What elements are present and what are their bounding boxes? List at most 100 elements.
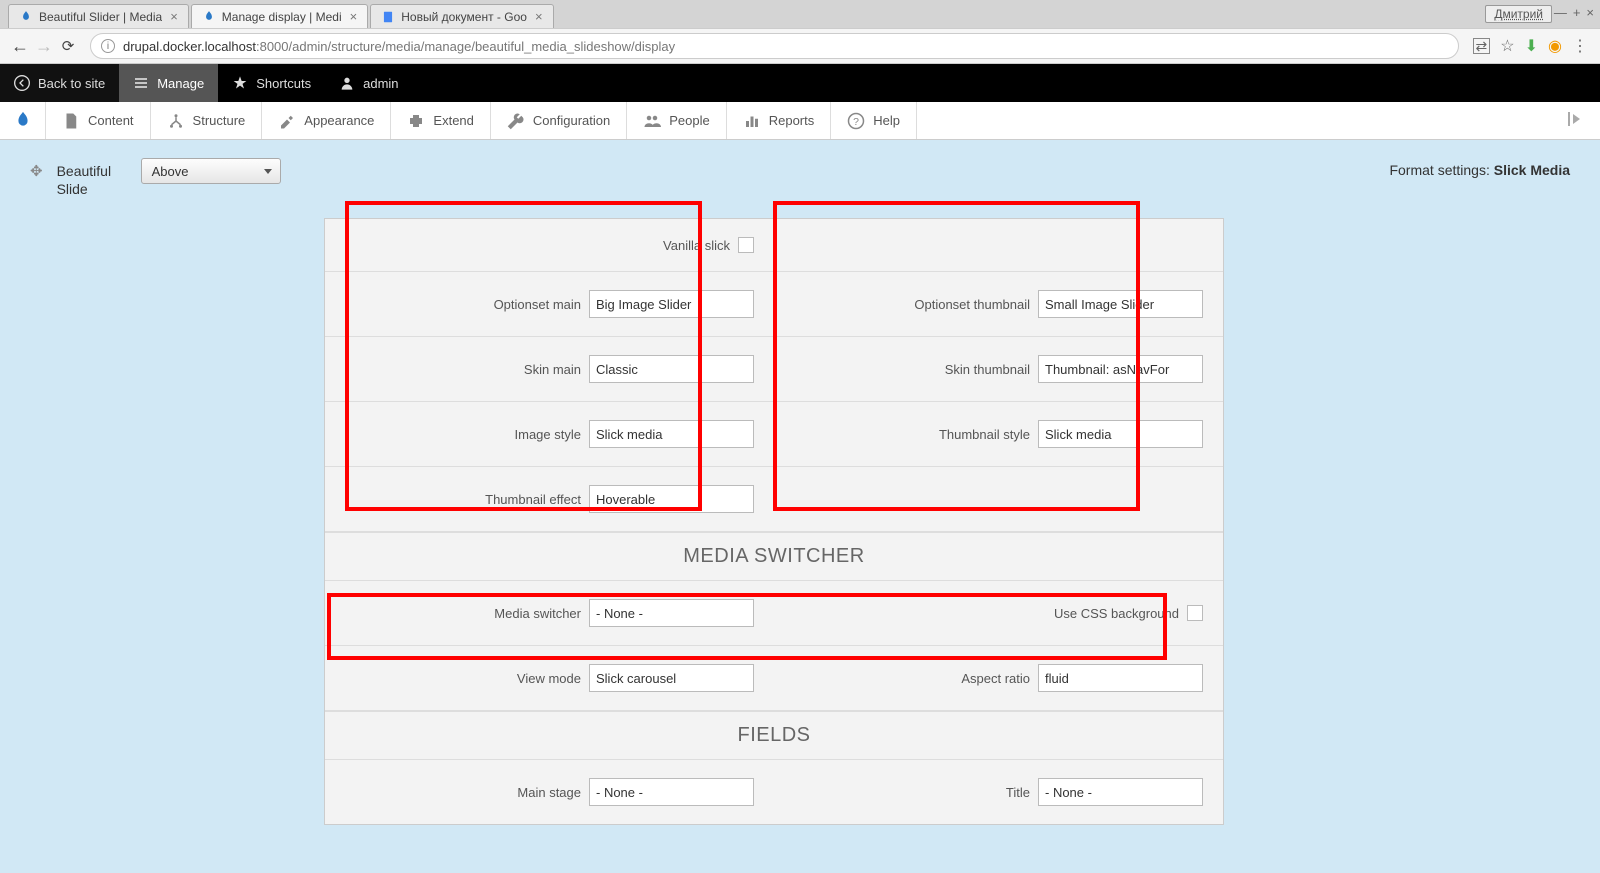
menu-appearance[interactable]: Appearance [262, 102, 391, 139]
url-host: drupal.docker.localhost [123, 39, 256, 54]
admin-user-button[interactable]: admin [325, 64, 412, 102]
label-position-select[interactable]: Above [141, 158, 281, 184]
fields-header: FIELDS [325, 711, 1223, 760]
thumbnail-style-input[interactable] [1038, 420, 1203, 448]
main-stage-input[interactable] [589, 778, 754, 806]
menu-structure[interactable]: Structure [151, 102, 263, 139]
title-input[interactable] [1038, 778, 1203, 806]
vanilla-slick-label: Vanilla slick [663, 238, 730, 253]
thumbnail-effect-input[interactable] [589, 485, 754, 513]
tab-title: Manage display | Medi [222, 10, 342, 24]
field-row: ✥ Beautiful Slide Above Format settings:… [30, 154, 1570, 218]
maximize-icon[interactable]: + [1573, 5, 1581, 20]
skin-main-input[interactable] [589, 355, 754, 383]
manage-button[interactable]: Manage [119, 64, 218, 102]
use-css-bg-setting: Use CSS background [774, 581, 1223, 645]
bookmark-icon[interactable]: ☆ [1500, 36, 1514, 56]
extension-icon[interactable]: ◉ [1548, 36, 1562, 56]
vanilla-slick-checkbox[interactable] [738, 237, 754, 253]
drupal-icon [19, 10, 33, 24]
hierarchy-icon [167, 112, 185, 130]
chart-icon [743, 112, 761, 130]
title-setting: Title [774, 760, 1223, 824]
menu-content[interactable]: Content [46, 102, 151, 139]
tab-title: Новый документ - Goo [401, 10, 527, 24]
aspect-ratio-setting: Aspect ratio [774, 646, 1223, 710]
field-label: Beautiful Slide [57, 158, 127, 198]
use-css-bg-checkbox[interactable] [1187, 605, 1203, 621]
optionset-thumbnail-input[interactable] [1038, 290, 1203, 318]
close-icon[interactable]: × [535, 10, 543, 23]
aspect-ratio-input[interactable] [1038, 664, 1203, 692]
optionset-main-label: Optionset main [494, 297, 581, 312]
thumbnail-effect-setting: Thumbnail effect [325, 467, 774, 531]
main-stage-label: Main stage [517, 785, 581, 800]
media-switcher-input[interactable] [589, 599, 754, 627]
user-profile-badge[interactable]: Дмитрий [1485, 5, 1552, 23]
drag-handle-icon[interactable]: ✥ [30, 158, 43, 180]
view-mode-input[interactable] [589, 664, 754, 692]
reload-button[interactable]: ⟳ [56, 34, 80, 58]
download-icon[interactable]: ⬇ [1525, 36, 1538, 56]
content-area[interactable]: ✥ Beautiful Slide Above Format settings:… [0, 140, 1600, 873]
back-button[interactable]: ← [8, 34, 32, 58]
url-actions: ⇄ ☆ ⬇ ◉ ⋮ [1469, 36, 1592, 56]
hamburger-icon [133, 75, 149, 91]
close-icon[interactable]: × [170, 10, 178, 23]
image-style-input[interactable] [589, 420, 754, 448]
title-label: Title [1006, 785, 1030, 800]
browser-chrome: Beautiful Slider | Media × Manage displa… [0, 0, 1600, 64]
translate-icon[interactable]: ⇄ [1473, 38, 1491, 54]
close-window-icon[interactable]: × [1586, 5, 1594, 20]
menu-help[interactable]: ? Help [831, 102, 917, 139]
docs-icon [381, 10, 395, 24]
url-path: :8000/admin/structure/media/manage/beaut… [256, 39, 675, 54]
browser-tab[interactable]: Manage display | Medi × [191, 4, 368, 28]
drupal-logo[interactable] [0, 102, 46, 139]
thumbnail-style-label: Thumbnail style [939, 427, 1030, 442]
browser-tab[interactable]: Новый документ - Goo × [370, 4, 553, 28]
skin-main-label: Skin main [524, 362, 581, 377]
optionset-thumbnail-setting: Optionset thumbnail [774, 272, 1223, 336]
forward-button[interactable]: → [32, 34, 56, 58]
wrench-icon [507, 112, 525, 130]
skin-thumbnail-setting: Skin thumbnail [774, 337, 1223, 401]
brush-icon [278, 112, 296, 130]
menu-configuration[interactable]: Configuration [491, 102, 627, 139]
media-switcher-label: Media switcher [494, 606, 581, 621]
shortcuts-button[interactable]: Shortcuts [218, 64, 325, 102]
optionset-main-input[interactable] [589, 290, 754, 318]
menu-reports[interactable]: Reports [727, 102, 832, 139]
arrow-left-icon [14, 75, 30, 91]
drupal-icon [12, 110, 34, 132]
optionset-main-setting: Optionset main [325, 272, 774, 336]
media-switcher-setting: Media switcher [325, 581, 774, 645]
menu-people[interactable]: People [627, 102, 726, 139]
media-switcher-header: MEDIA SWITCHER [325, 532, 1223, 581]
view-mode-setting: View mode [325, 646, 774, 710]
main-stage-setting: Main stage [325, 760, 774, 824]
puzzle-icon [407, 112, 425, 130]
skin-thumbnail-input[interactable] [1038, 355, 1203, 383]
minimize-icon[interactable]: — [1554, 5, 1567, 20]
settings-panel: Vanilla slick Optionset main Optionset t… [324, 218, 1224, 825]
browser-tab[interactable]: Beautiful Slider | Media × [8, 4, 189, 28]
skin-thumbnail-label: Skin thumbnail [945, 362, 1030, 377]
skin-main-setting: Skin main [325, 337, 774, 401]
people-icon [643, 112, 661, 130]
url-field[interactable]: i drupal.docker.localhost:8000/admin/str… [90, 33, 1459, 59]
info-icon[interactable]: i [101, 39, 115, 53]
image-style-label: Image style [515, 427, 581, 442]
collapse-icon [1568, 112, 1586, 126]
admin-menu: Content Structure Appearance Extend Conf… [0, 102, 1600, 140]
collapse-tray-button[interactable] [1554, 112, 1600, 129]
close-icon[interactable]: × [350, 10, 358, 23]
help-icon: ? [847, 112, 865, 130]
image-style-setting: Image style [325, 402, 774, 466]
optionset-thumbnail-label: Optionset thumbnail [914, 297, 1030, 312]
back-to-site-button[interactable]: Back to site [0, 64, 119, 102]
menu-extend[interactable]: Extend [391, 102, 490, 139]
svg-text:?: ? [853, 115, 859, 127]
vanilla-slick-setting: Vanilla slick [325, 219, 774, 271]
menu-icon[interactable]: ⋮ [1572, 36, 1588, 56]
